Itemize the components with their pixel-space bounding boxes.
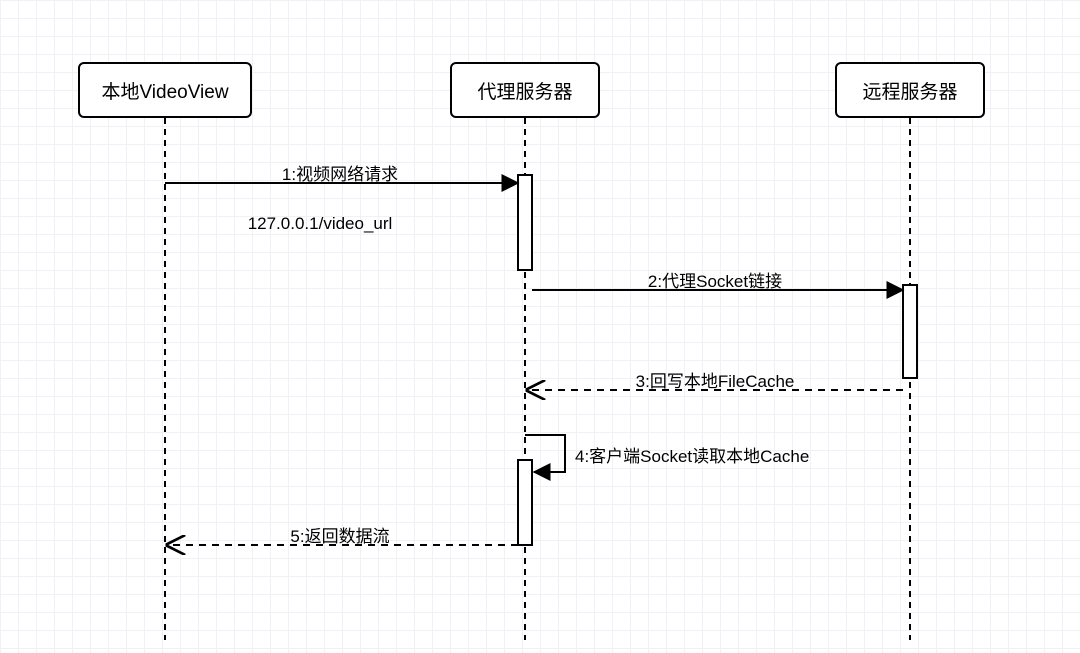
sequence-svg [0,0,1080,653]
activation-proxy-1 [518,175,532,270]
activation-proxy-2 [518,460,532,545]
activation-remote-1 [903,285,917,378]
